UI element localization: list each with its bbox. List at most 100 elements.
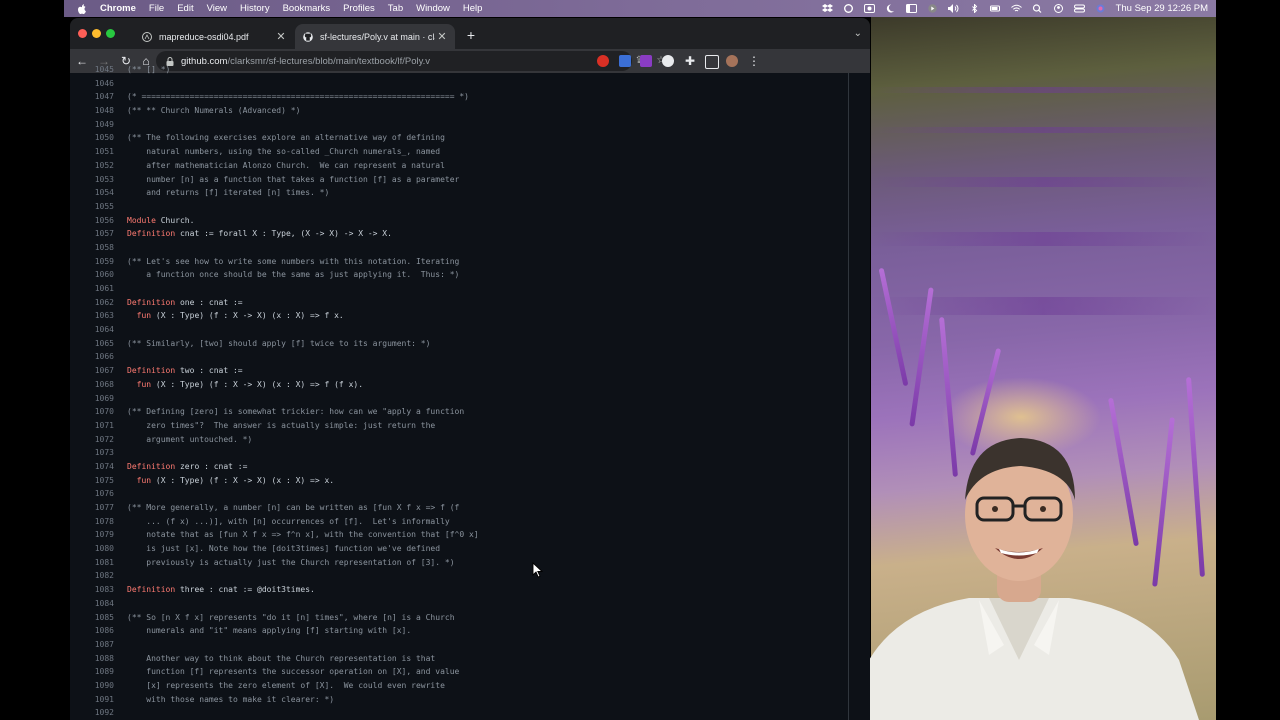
line-number[interactable]: 1058 [70,241,114,255]
line-number[interactable]: 1088 [70,652,114,666]
wifi-icon[interactable] [1010,4,1022,13]
line-number[interactable]: 1061 [70,282,114,296]
sidebar-toggle-icon[interactable] [905,4,917,13]
line-number[interactable]: 1078 [70,515,114,529]
dropbox-icon[interactable] [821,4,833,13]
line-number[interactable]: 1071 [70,419,114,433]
line-number[interactable]: 1076 [70,487,114,501]
line-number[interactable]: 1057 [70,227,114,241]
line-number[interactable]: 1065 [70,337,114,351]
line-content: zero : cnat := [175,461,248,471]
tab-search-chevron-icon[interactable]: ⌄ [854,28,862,39]
search-icon[interactable] [1032,4,1043,13]
volume-icon[interactable] [947,4,959,13]
line-number[interactable]: 1086 [70,624,114,638]
menu-app-name[interactable]: Chrome [100,3,136,14]
menu-file[interactable]: File [149,3,164,14]
menubar-clock[interactable]: Thu Sep 29 12:26 PM [1116,3,1208,14]
line-number[interactable]: 1048 [70,104,114,118]
line-number[interactable]: 1047 [70,90,114,104]
line-number[interactable]: 1053 [70,173,114,187]
close-tab-icon[interactable]: ✕ [274,30,288,43]
menu-window[interactable]: Window [416,3,450,14]
line-number[interactable]: 1073 [70,446,114,460]
line-content: a function once should be the same as ju… [127,270,460,280]
line-number[interactable]: 1066 [70,350,114,364]
siri-icon[interactable] [1095,4,1106,13]
menu-view[interactable]: View [207,3,227,14]
line-number[interactable]: 1062 [70,296,114,310]
line-text: Definition one : cnat := [127,296,243,310]
line-number[interactable]: 1080 [70,542,114,556]
line-number[interactable]: 1056 [70,214,114,228]
bluetooth-icon[interactable] [969,4,980,13]
code-line: 1074 Definition zero : cnat := [70,460,840,474]
line-number[interactable]: 1054 [70,186,114,200]
line-number[interactable]: 1081 [70,556,114,570]
line-number[interactable]: 1051 [70,145,114,159]
menu-bookmarks[interactable]: Bookmarks [283,3,331,14]
battery-icon[interactable] [989,4,1001,13]
keyword: Definition [127,229,176,239]
line-number[interactable]: 1052 [70,159,114,173]
code-line: 1080 is just [x]. Note how the [doit3tim… [70,542,840,556]
line-number[interactable]: 1070 [70,405,114,419]
line-content: and returns [f] iterated [n] times. *) [127,188,330,198]
menu-help[interactable]: Help [463,3,483,14]
line-content: (X : Type) (f : X -> X) (x : X) => f (f … [151,379,364,389]
new-tab-plus-icon[interactable]: + [464,27,478,43]
line-number[interactable]: 1063 [70,309,114,323]
user-icon[interactable] [1053,4,1064,13]
line-number[interactable]: 1092 [70,706,114,720]
line-number[interactable]: 1049 [70,118,114,132]
menu-tab[interactable]: Tab [388,3,403,14]
menu-edit[interactable]: Edit [177,3,193,14]
line-number[interactable]: 1072 [70,433,114,447]
line-number[interactable]: 1045 [70,63,114,77]
line-number[interactable]: 1083 [70,583,114,597]
screen-record-icon[interactable] [863,4,875,13]
control-center-icon[interactable] [1073,4,1085,13]
menu-profiles[interactable]: Profiles [343,3,375,14]
line-number[interactable]: 1069 [70,392,114,406]
line-content: (** The following exercises explore an a… [127,133,445,143]
close-tab-icon[interactable]: ✕ [435,30,449,43]
line-number[interactable]: 1077 [70,501,114,515]
code-line: 1078 ... (f x) ...)], with [n] occurrenc… [70,515,840,529]
moon-icon[interactable] [885,4,896,13]
creative-cloud-icon[interactable] [843,4,854,13]
line-number[interactable]: 1085 [70,611,114,625]
line-number[interactable]: 1089 [70,665,114,679]
tab-poly-v[interactable]: sf-lectures/Poly.v at main · cla ✕ [295,24,455,49]
code-line: 1067 Definition two : cnat := [70,364,840,378]
line-number[interactable]: 1075 [70,474,114,488]
line-number[interactable]: 1091 [70,693,114,707]
line-number[interactable]: 1067 [70,364,114,378]
apple-icon[interactable] [76,3,88,15]
line-number[interactable]: 1064 [70,323,114,337]
code-line: 1055 [70,200,840,214]
tab-mapreduce-pdf[interactable]: mapreduce-osdi04.pdf ✕ [134,24,294,49]
minimize-window-button[interactable] [92,29,101,38]
code-line: 1089 function [f] represents the success… [70,665,840,679]
playback-icon[interactable] [927,4,938,13]
github-icon [303,31,313,42]
line-number[interactable]: 1090 [70,679,114,693]
zoom-window-button[interactable] [106,29,115,38]
line-text: ... (f x) ...)], with [n] occurrences of… [127,515,449,529]
line-number[interactable]: 1046 [70,77,114,91]
line-number[interactable]: 1060 [70,268,114,282]
line-number[interactable]: 1055 [70,200,114,214]
line-number[interactable]: 1068 [70,378,114,392]
menu-history[interactable]: History [240,3,270,14]
line-number[interactable]: 1050 [70,131,114,145]
close-window-button[interactable] [78,29,87,38]
line-number[interactable]: 1087 [70,638,114,652]
line-number[interactable]: 1079 [70,528,114,542]
line-number[interactable]: 1074 [70,460,114,474]
line-number[interactable]: 1082 [70,569,114,583]
line-number[interactable]: 1084 [70,597,114,611]
line-content: one : cnat := [175,297,243,307]
line-text: (** So [n X f x] represents "do it [n] t… [127,611,455,625]
line-number[interactable]: 1059 [70,255,114,269]
